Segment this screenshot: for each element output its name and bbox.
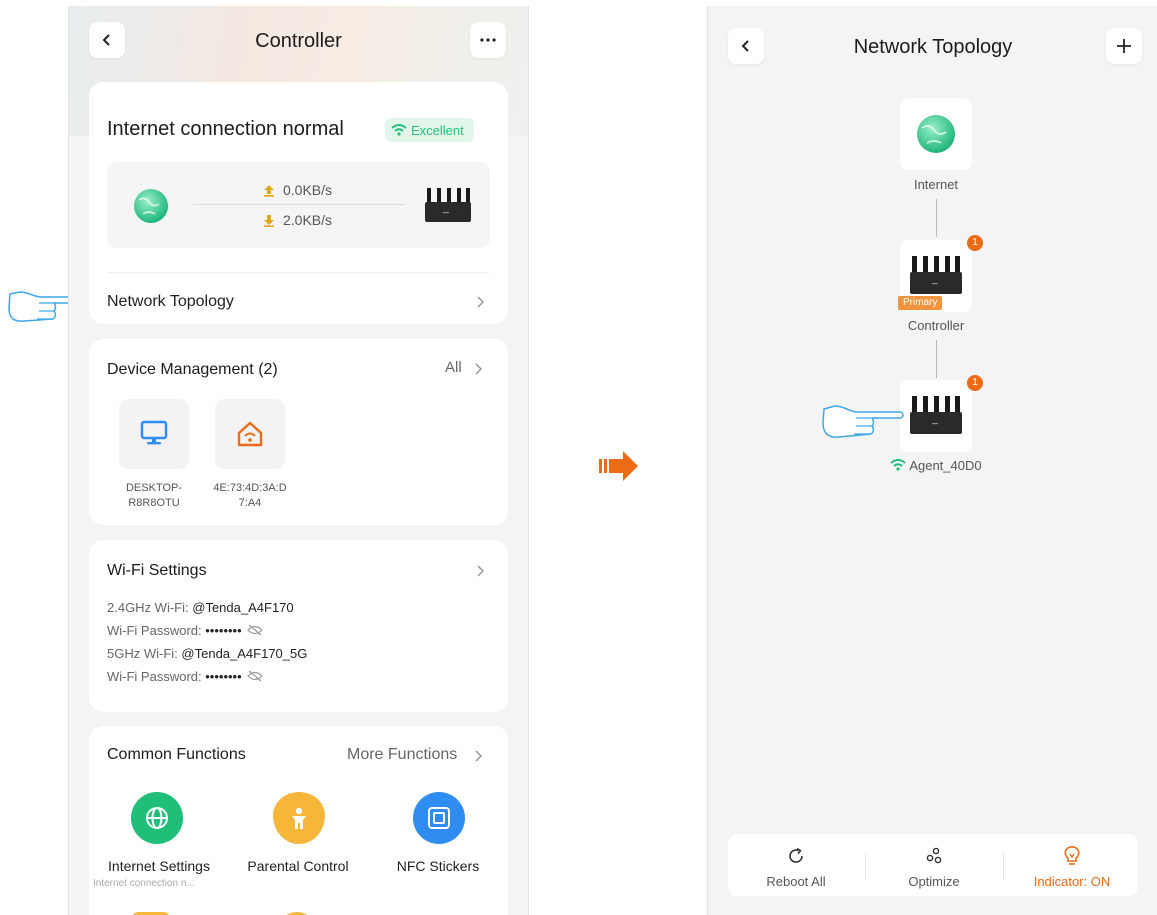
internet-node[interactable] [900,98,972,170]
internet-status-card: Internet connection normal Excellent 0.0… [89,82,508,324]
wifi-info-list: 2.4GHz Wi-Fi: @Tenda_A4F170 Wi-Fi Passwo… [107,596,307,688]
transition-arrow-icon [599,451,638,481]
client-count-badge: 1 [967,235,983,251]
chevron-right-icon [477,565,485,577]
controller-label: Controller [907,318,965,333]
router-icon [425,188,471,222]
download-arrow-icon [264,215,274,227]
indicator-toggle-button[interactable]: Indicator: ON [1004,834,1140,896]
agent-label: Agent_40D0 [909,458,982,473]
reboot-all-button[interactable]: Reboot All [728,834,864,896]
optimize-icon [926,847,942,864]
router-icon [910,396,962,434]
nfc-icon [413,792,465,844]
common-functions-title: Common Functions [107,746,246,763]
smart-home-icon [237,421,263,447]
wifi-5g-row: 5GHz Wi-Fi: @Tenda_A4F170_5G [107,646,308,661]
more-functions-label: More Functions [347,746,458,763]
upload-arrow-icon [264,185,274,197]
client-count-badge: 1 [967,375,983,391]
page-title: Controller [255,30,342,52]
function-parental-control[interactable]: Parental Control [233,786,363,915]
wifi-24g-password-row: Wi-Fi Password: •••••••• [107,619,307,642]
device-name-desktop: DESKTOP- R8R8OTU [125,482,183,509]
wifi-icon [391,124,407,136]
controller-node[interactable]: Primary [898,240,972,312]
optimize-button[interactable]: Optimize [866,834,1002,896]
internet-label: Internet [913,177,959,192]
device-name-smart-home: 4E:73:4D:3A:D 7:A4 [213,482,287,509]
wifi-settings-card[interactable]: Wi-Fi Settings 2.4GHz Wi-Fi: @Tenda_A4F1… [89,540,508,712]
device-management-card: Device Management (2) All DESKTOP- R8R8OT… [89,339,508,525]
add-node-button[interactable] [1106,28,1142,64]
upload-speed: 0.0KB/s [283,182,333,198]
function-label: NFC Stickers [396,858,480,874]
signal-quality-badge: Excellent [385,118,474,142]
eye-off-icon[interactable] [247,624,264,636]
plus-icon [1117,39,1131,53]
device-management-title: Device Management (2) [107,361,278,378]
agent-label-row: Agent_40D0 [858,458,1014,473]
link-line [936,340,937,378]
reboot-icon [789,847,803,863]
more-button[interactable] [470,22,506,58]
primary-tag: Primary [898,296,943,310]
eye-off-icon[interactable] [247,670,264,682]
monitor-icon [140,420,168,445]
device-tile-desktop[interactable] [119,399,189,469]
internet-globe-icon [917,115,955,153]
more-functions-link[interactable]: More Functions [347,746,483,766]
function-nfc-stickers[interactable]: NFC Stickers [373,786,503,915]
download-speed: 2.0KB/s [283,212,333,228]
more-dots-icon [480,38,496,42]
indicator-label: Indicator: ON [1033,874,1111,889]
network-topology-label: Network Topology [107,293,234,310]
optimize-label: Optimize [908,874,960,889]
pointing-hand-icon [822,405,904,438]
link-line [936,199,937,237]
connection-status: Internet connection normal [107,118,344,140]
globe-icon [131,792,183,844]
wifi-icon [890,459,907,471]
child-shield-icon [273,792,325,844]
common-functions-card: Common Functions More Functions Internet… [89,726,508,915]
function-label: Internet Settings [108,858,210,874]
speed-divider [193,204,405,205]
quality-label: Excellent [411,122,464,138]
device-tile-smart-home[interactable] [215,399,285,469]
wifi-5g-password-row: Wi-Fi Password: •••••••• [107,665,307,688]
chevron-right-icon [477,296,485,308]
internet-globe-icon [134,189,168,223]
agent-node[interactable] [900,380,972,452]
router-icon [910,256,962,294]
wifi-settings-title: Wi-Fi Settings [107,562,207,579]
function-sublabel: Internet connection n... [93,878,195,889]
all-label: All [445,359,462,376]
all-devices-link[interactable]: All [445,359,483,379]
bulb-icon [1064,846,1080,865]
wifi-24g-row: 2.4GHz Wi-Fi: @Tenda_A4F170 [107,600,294,615]
network-topology-screen: Network Topology Internet Primary 1 Cont… [707,6,1157,915]
chevron-right-icon [475,750,483,762]
function-internet-settings[interactable]: Internet Settings Internet connection n.… [89,786,229,915]
topology-action-bar: Reboot All Optimize Indicator: ON [728,834,1138,896]
controller-screen: Controller Internet connection normal Ex… [68,6,529,915]
function-label: Parental Control [247,858,349,874]
reboot-all-label: Reboot All [766,874,826,889]
speed-panel: 0.0KB/s 2.0KB/s [107,162,490,248]
network-topology-row[interactable]: Network Topology [89,273,508,324]
page-title: Network Topology [853,36,1013,58]
chevron-right-icon [475,363,483,375]
